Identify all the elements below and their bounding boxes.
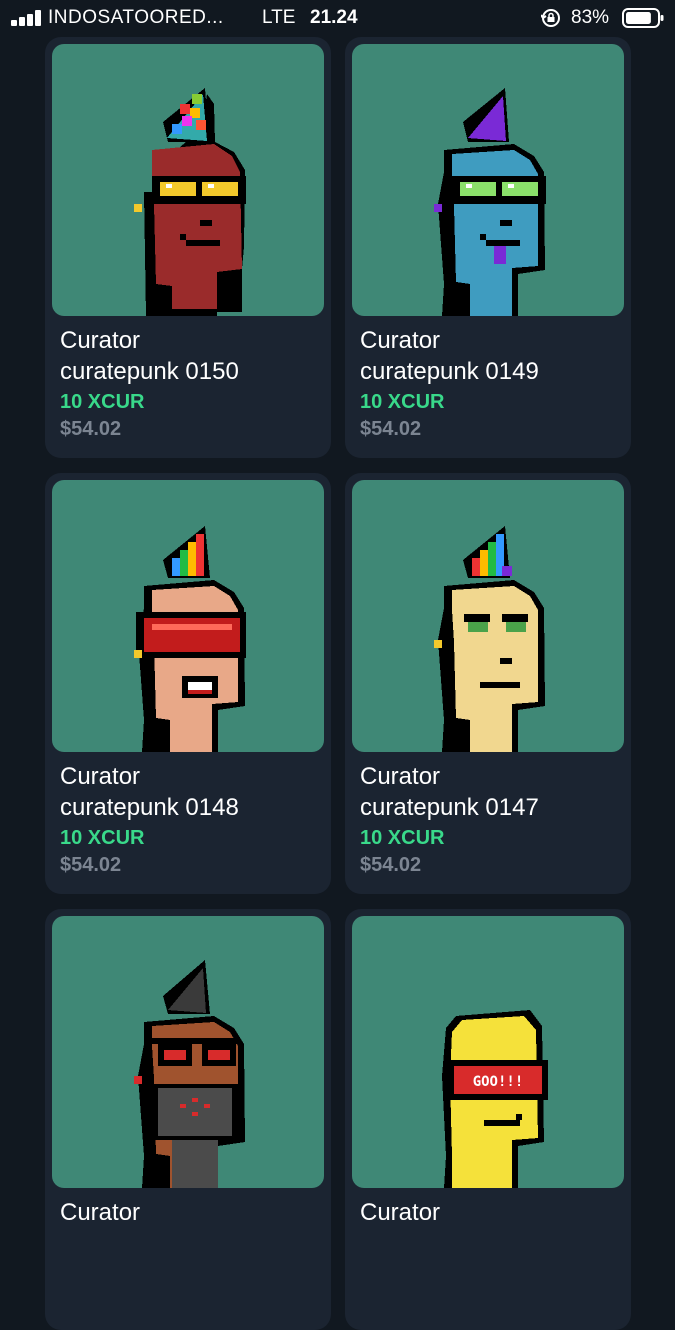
nft-image[interactable] xyxy=(52,916,324,1188)
token-price: 10 XCUR xyxy=(60,391,145,413)
collection-name: Curator xyxy=(360,327,441,354)
carrier-name: INDOSATOORED... xyxy=(48,7,224,28)
usd-price: $54.02 xyxy=(60,418,122,440)
nft-image[interactable] xyxy=(352,480,624,752)
nft-image[interactable] xyxy=(52,480,324,752)
network-type: LTE xyxy=(262,7,296,28)
clock: 21.24 xyxy=(310,7,358,28)
item-name: curatepunk 0149 xyxy=(360,358,539,385)
visor-text: GOO!!! xyxy=(473,1074,524,1090)
red-punk-rainbow-mohawk-yellow-shades-icon xyxy=(134,88,246,316)
token-price: 10 XCUR xyxy=(360,391,445,413)
usd-price: $54.02 xyxy=(360,854,422,876)
collection-name: Curator xyxy=(60,763,141,790)
nft-card[interactable]: Curator curatepunk 0150 10 XCUR $54.02 xyxy=(45,37,331,458)
token-price: 10 XCUR xyxy=(60,827,145,849)
nft-card[interactable]: Curator xyxy=(45,909,331,1330)
collection-name: Curator xyxy=(60,327,141,354)
nft-card[interactable]: Curator curatepunk 0149 10 XCUR $54.02 xyxy=(345,37,631,458)
tan-punk-rainbow-mohawk-red-visor-icon xyxy=(134,526,246,752)
usd-price: $54.02 xyxy=(360,418,422,440)
collection-name: Curator xyxy=(60,1199,141,1226)
battery-percentage: 83% xyxy=(571,7,610,28)
blue-punk-purple-mohawk-green-shades-icon xyxy=(434,88,546,316)
yellow-punk-goo-visor-icon: GOO!!! xyxy=(442,1010,548,1188)
nft-image[interactable] xyxy=(52,44,324,316)
nft-image[interactable]: GOO!!! xyxy=(352,916,624,1188)
usd-price: $54.02 xyxy=(60,854,122,876)
collection-name: Curator xyxy=(360,1199,441,1226)
collection-name: Curator xyxy=(360,763,441,790)
item-name: curatepunk 0147 xyxy=(360,794,539,821)
rotation-lock-icon xyxy=(541,9,560,27)
nft-card[interactable]: Curator curatepunk 0147 10 XCUR $54.02 xyxy=(345,473,631,894)
nft-card[interactable]: Curator curatepunk 0148 10 XCUR $54.02 xyxy=(45,473,331,894)
brown-punk-black-mohawk-mask-icon xyxy=(134,960,245,1188)
yellow-punk-rainbow-mohawk-icon xyxy=(434,526,545,752)
status-bar: INDOSATOORED... LTE 21.24 83% xyxy=(0,0,675,38)
item-name: curatepunk 0148 xyxy=(60,794,239,821)
nft-image[interactable] xyxy=(352,44,624,316)
battery-icon xyxy=(622,8,664,28)
cellular-signal-icon xyxy=(11,10,45,26)
item-name: curatepunk 0150 xyxy=(60,358,239,385)
token-price: 10 XCUR xyxy=(360,827,445,849)
nft-card[interactable]: GOO!!! Curator xyxy=(345,909,631,1330)
